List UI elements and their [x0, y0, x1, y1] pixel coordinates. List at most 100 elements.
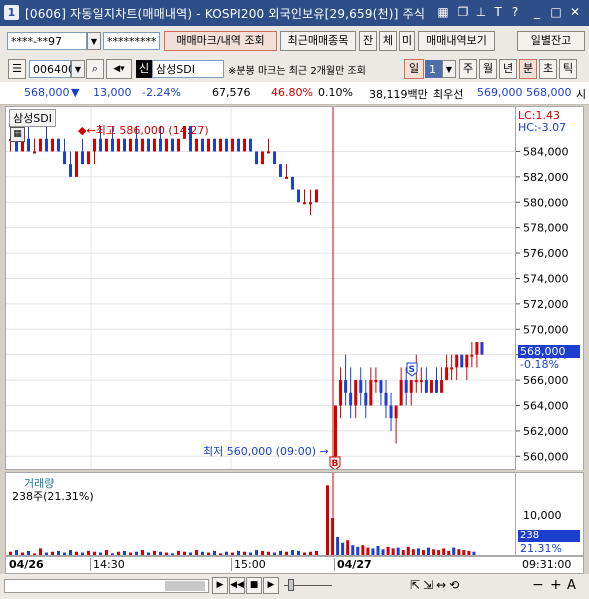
- x-label-date2: 04/27: [334, 558, 372, 571]
- zoom-out-icon[interactable]: −: [532, 577, 544, 593]
- candle-body: [445, 367, 449, 381]
- price-chart-area[interactable]: B S 삼성SDI ▦ ◆←최고 586,000 (14:27) 최저 560,0…: [5, 106, 516, 470]
- close-icon[interactable]: ✕: [568, 5, 582, 19]
- high-label: ◆←최고 586,000 (14:27): [78, 124, 209, 137]
- volume-bar: [255, 550, 258, 555]
- period-year-button[interactable]: 년: [499, 59, 517, 79]
- volume-bar: [341, 542, 345, 555]
- balance-button[interactable]: 잔: [359, 31, 377, 51]
- recent-stocks-button[interactable]: 최근매매종목: [280, 31, 356, 51]
- stock-code-dropdown-icon[interactable]: ▼: [71, 60, 85, 78]
- volume-bar: [177, 550, 180, 555]
- candle-body: [231, 138, 234, 152]
- quote-down-arrow: ▼: [71, 86, 80, 99]
- chart-scrollbar[interactable]: [4, 579, 209, 593]
- sound-icon[interactable]: ◀▾: [106, 59, 132, 79]
- app-icon[interactable]: 1: [4, 5, 19, 20]
- period-month-button[interactable]: 월: [479, 59, 497, 79]
- candle-body: [69, 164, 72, 177]
- volume-bar: [69, 550, 72, 555]
- volume-axis[interactable]: 10,000 238 21.31%: [516, 472, 584, 556]
- period-tick-button[interactable]: 틱: [559, 59, 577, 79]
- filled-button[interactable]: 체: [379, 31, 397, 51]
- candle-body: [123, 138, 126, 152]
- daily-balance-button[interactable]: 일별잔고: [517, 31, 585, 51]
- rewind-icon[interactable]: ◀◀: [229, 577, 245, 594]
- period-week-button[interactable]: 주: [459, 59, 477, 79]
- pin-icon[interactable]: ⊥: [474, 5, 488, 19]
- period-value-dropdown-icon[interactable]: ▼: [442, 60, 456, 78]
- candle-body: [480, 341, 484, 355]
- current-price-tag: 568,000: [518, 345, 580, 358]
- volume-bar: [45, 552, 48, 555]
- volume-bar: [9, 551, 12, 555]
- chart-tool-icons[interactable]: ⇱⇲↔⟲: [410, 578, 462, 592]
- restore-icon[interactable]: ❐: [456, 5, 470, 19]
- candle-body: [207, 138, 210, 152]
- password-input[interactable]: *********: [103, 32, 160, 50]
- x-label-date1: 04/26: [9, 558, 44, 571]
- volume-bar: [336, 536, 340, 555]
- scroll-right-icon[interactable]: ▶: [212, 577, 228, 594]
- volume-bar: [386, 546, 390, 555]
- volume-bar: [105, 550, 108, 555]
- volume-bar: [63, 552, 66, 555]
- candle-body: [470, 354, 474, 357]
- candle-body: [399, 380, 403, 406]
- candle-body: [237, 138, 240, 152]
- x-axis-time: 09:31:00: [522, 558, 572, 571]
- candle-body: [159, 138, 162, 152]
- speed-slider[interactable]: [284, 579, 332, 592]
- volume-bar: [326, 485, 329, 555]
- unfilled-button[interactable]: 미: [399, 31, 415, 51]
- volume-bar: [21, 552, 24, 555]
- y-tick-label: 562,000: [523, 425, 569, 438]
- font-icon[interactable]: T: [491, 5, 505, 19]
- period-second-button[interactable]: 초: [539, 59, 557, 79]
- minimize-icon[interactable]: _: [530, 5, 544, 19]
- account-input[interactable]: ****-**97: [7, 32, 87, 50]
- play-icon[interactable]: ▶: [263, 577, 279, 594]
- candle-body: [465, 354, 469, 368]
- view-trade-history-button[interactable]: 매매내역보기: [418, 31, 495, 51]
- candle-body: [147, 138, 150, 152]
- candle-body: [339, 380, 343, 406]
- period-value-input[interactable]: 1: [425, 60, 442, 78]
- period-day-button[interactable]: 일: [404, 59, 424, 79]
- volume-current-tag: 238: [518, 530, 580, 542]
- candle-body: [354, 380, 358, 406]
- candle-body: [129, 138, 132, 152]
- volume-bar: [111, 553, 114, 555]
- volume-bar: [129, 552, 132, 555]
- price-axis[interactable]: 584,000 582,000 580,000 578,000 576,000 574,0…: [516, 106, 584, 470]
- speed-slider-thumb[interactable]: [288, 579, 294, 591]
- search-icon[interactable]: ⌕: [86, 59, 104, 79]
- volume-bar: [147, 552, 150, 555]
- candle-body: [334, 405, 337, 457]
- help-icon[interactable]: ?: [508, 5, 522, 19]
- list-icon[interactable]: ☰: [8, 59, 26, 79]
- volume-bar: [249, 552, 252, 555]
- quote-change: 13,000: [93, 86, 132, 99]
- scrollbar-thumb[interactable]: [165, 581, 205, 591]
- font-size-icon[interactable]: A: [567, 578, 576, 593]
- volume-bar: [351, 545, 355, 555]
- trade-mark-query-button[interactable]: 매매마크/내역 조회: [164, 31, 277, 51]
- volume-bar: [87, 550, 90, 555]
- volume-chart-area[interactable]: 거래량 238주(21.31%): [5, 472, 516, 556]
- candle-body: [27, 138, 30, 152]
- grid-icon[interactable]: ▦: [436, 5, 450, 19]
- y-tick-label: 572,000: [523, 298, 569, 311]
- zoom-in-icon[interactable]: +: [550, 577, 562, 593]
- candle-body: [243, 138, 246, 152]
- stock-name-field[interactable]: 삼성SDI: [152, 60, 224, 78]
- stop-icon[interactable]: ■: [246, 577, 262, 594]
- account-dropdown-icon[interactable]: ▼: [87, 32, 101, 50]
- table-icon[interactable]: ▦: [10, 127, 25, 142]
- volume-bar: [159, 551, 162, 555]
- volume-bar: [117, 551, 120, 555]
- stock-code-input[interactable]: 006400: [29, 60, 75, 78]
- maximize-icon[interactable]: □: [549, 5, 563, 19]
- candle-body: [344, 380, 348, 393]
- period-minute-button[interactable]: 분: [519, 59, 537, 79]
